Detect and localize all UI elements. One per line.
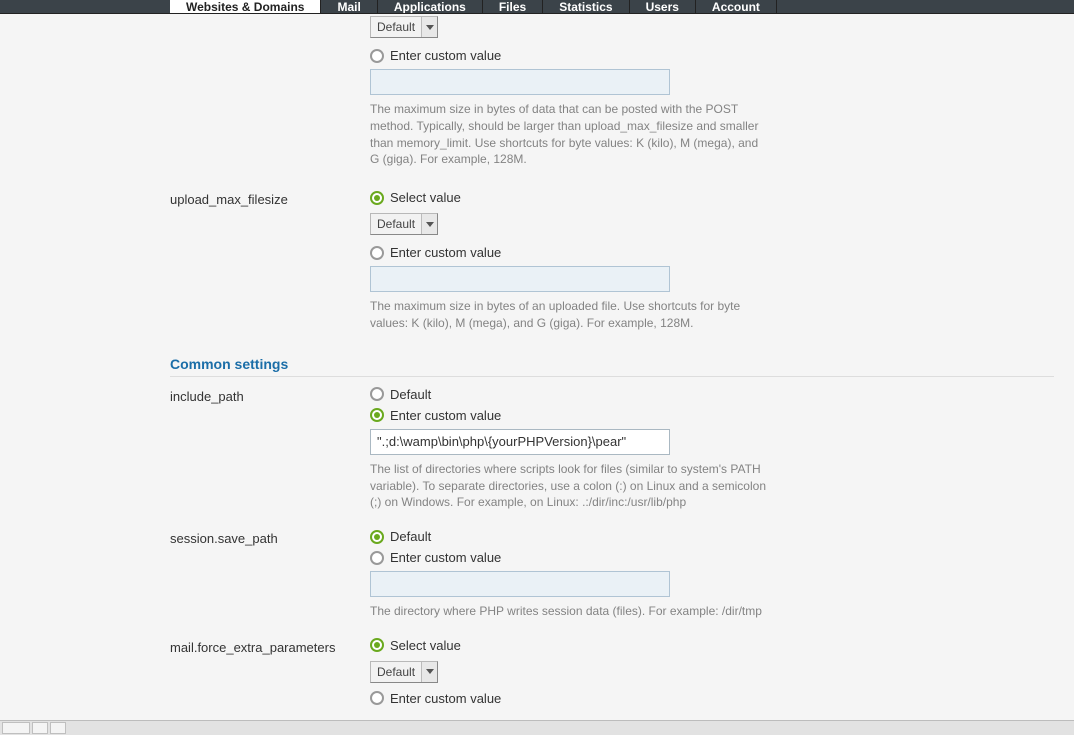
include-path-custom-radio[interactable] xyxy=(370,408,384,422)
upload-max-filesize-select-radio[interactable] xyxy=(370,191,384,205)
tab-applications[interactable]: Applications xyxy=(378,0,483,13)
settings-form: Default Enter custom value The maximum s… xyxy=(0,14,1074,720)
section-common-settings: Common settings xyxy=(170,346,1054,377)
option-label: Default xyxy=(390,529,431,544)
post-max-size-custom-input[interactable] xyxy=(370,69,670,95)
tab-statistics[interactable]: Statistics xyxy=(543,0,629,13)
option-label: Enter custom value xyxy=(390,550,501,565)
field-label: session.save_path xyxy=(170,529,370,620)
tab-mail[interactable]: Mail xyxy=(321,0,377,13)
select-text: Default xyxy=(371,217,421,231)
mail-force-extra-select-radio[interactable] xyxy=(370,638,384,652)
help-text: The list of directories where scripts lo… xyxy=(370,461,770,511)
tab-websites-domains[interactable]: Websites & Domains xyxy=(170,0,321,13)
session-save-path-default-radio[interactable] xyxy=(370,530,384,544)
option-label: Enter custom value xyxy=(390,691,501,706)
status-bar xyxy=(0,720,1074,735)
statusbar-chip[interactable] xyxy=(32,722,48,734)
upload-max-filesize-select[interactable]: Default xyxy=(370,213,438,235)
mail-force-extra-custom-radio[interactable] xyxy=(370,691,384,705)
option-label: Select value xyxy=(390,190,461,205)
post-max-size-custom-radio[interactable] xyxy=(370,49,384,63)
statusbar-chip[interactable] xyxy=(50,722,66,734)
include-path-input[interactable] xyxy=(370,429,670,455)
option-label: Enter custom value xyxy=(390,48,501,63)
select-text: Default xyxy=(371,665,421,679)
option-label: Default xyxy=(390,387,431,402)
help-text: The directory where PHP writes session d… xyxy=(370,603,770,620)
tab-files[interactable]: Files xyxy=(483,0,543,13)
tab-account[interactable]: Account xyxy=(696,0,777,13)
help-text: The maximum size in bytes of an uploaded… xyxy=(370,298,770,332)
session-save-path-custom-radio[interactable] xyxy=(370,551,384,565)
upload-max-filesize-custom-radio[interactable] xyxy=(370,246,384,260)
upload-max-filesize-custom-input[interactable] xyxy=(370,266,670,292)
chevron-down-icon xyxy=(421,662,437,682)
post-max-size-select[interactable]: Default xyxy=(370,16,438,38)
field-label: include_path xyxy=(170,387,370,511)
select-text: Default xyxy=(371,20,421,34)
chevron-down-icon xyxy=(421,17,437,37)
chevron-down-icon xyxy=(421,214,437,234)
top-tabs: Websites & Domains Mail Applications Fil… xyxy=(0,0,1074,14)
field-label xyxy=(170,14,370,168)
field-label: mail.force_extra_parameters xyxy=(170,638,370,712)
tab-users[interactable]: Users xyxy=(630,0,696,13)
statusbar-chip[interactable] xyxy=(2,722,30,734)
option-label: Select value xyxy=(390,638,461,653)
option-label: Enter custom value xyxy=(390,408,501,423)
option-label: Enter custom value xyxy=(390,245,501,260)
mail-force-extra-select[interactable]: Default xyxy=(370,661,438,683)
include-path-default-radio[interactable] xyxy=(370,387,384,401)
session-save-path-input[interactable] xyxy=(370,571,670,597)
help-text: The maximum size in bytes of data that c… xyxy=(370,101,770,168)
field-label: upload_max_filesize xyxy=(170,190,370,332)
